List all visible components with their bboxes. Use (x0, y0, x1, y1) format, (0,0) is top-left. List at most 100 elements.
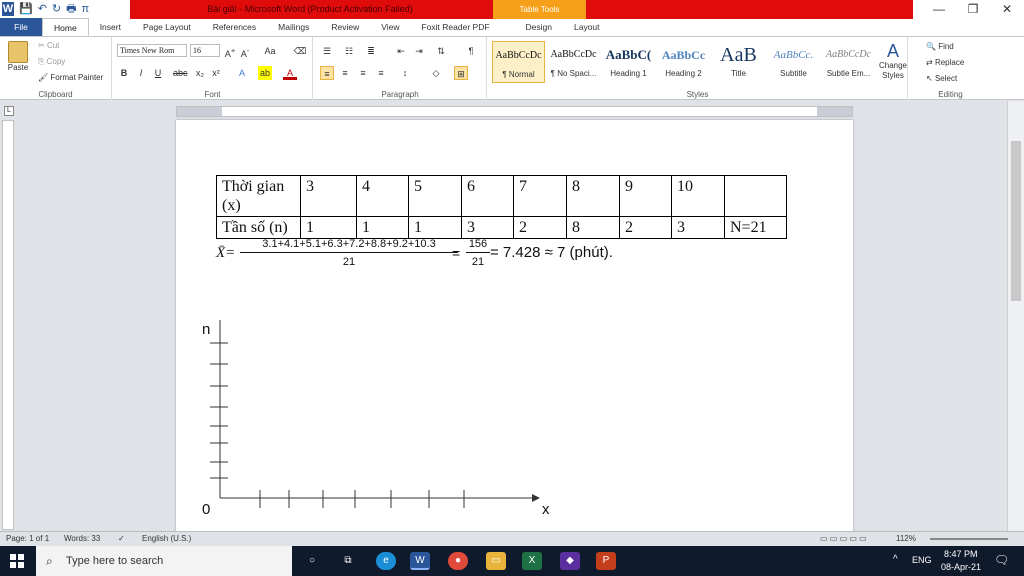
superscript-icon[interactable]: x² (209, 66, 223, 80)
clear-formatting-icon[interactable]: ⌫ (293, 44, 307, 58)
tab-file[interactable]: File (0, 18, 42, 36)
style-subtitle[interactable]: AaBbCc. Subtitle (767, 41, 820, 83)
word-count[interactable]: Words: 33 (64, 534, 100, 543)
increase-indent-icon[interactable]: ⇥ (412, 44, 426, 58)
print-icon[interactable]: 🖶 (66, 2, 76, 16)
shrink-font-icon[interactable]: A- (238, 44, 252, 59)
change-styles-button[interactable]: A Change Styles (878, 41, 908, 81)
font-name-box[interactable]: Times New Rom (117, 44, 187, 57)
decrease-indent-icon[interactable]: ⇤ (394, 44, 408, 58)
cut-button[interactable]: ✂ Cut (38, 41, 59, 50)
align-right-icon[interactable]: ≡ (356, 66, 370, 80)
table-cell[interactable]: 6 (461, 175, 514, 217)
style-normal[interactable]: AaBbCcDc ¶ Normal (492, 41, 545, 83)
restore-button[interactable]: ❐ (956, 0, 990, 19)
edge-icon[interactable]: e (376, 552, 396, 570)
input-language[interactable]: ENG (912, 555, 932, 565)
clock-date[interactable]: 08-Apr-21 (941, 562, 981, 572)
table-cell[interactable]: 1 (356, 216, 409, 239)
table-cell[interactable]: 8 (566, 175, 620, 217)
scroll-thumb[interactable] (1011, 141, 1021, 301)
style-title[interactable]: AaB Title (712, 41, 765, 83)
table-cell[interactable]: Tần số (n) (216, 216, 301, 239)
select-button[interactable]: ↖ Select (926, 74, 957, 83)
table-cell[interactable]: 3 (461, 216, 514, 239)
horizontal-ruler[interactable] (176, 106, 853, 117)
zoom-level[interactable]: 112% (896, 534, 916, 543)
powerpoint-icon[interactable]: P (596, 552, 616, 570)
text-effects-icon[interactable]: A (235, 66, 249, 80)
tab-view[interactable]: View (370, 18, 410, 36)
file-explorer-icon[interactable]: ▭ (486, 552, 506, 570)
table-cell[interactable]: 4 (356, 175, 409, 217)
tab-foxit[interactable]: Foxit Reader PDF (411, 18, 501, 36)
cortana-icon[interactable]: ○ (302, 552, 322, 570)
align-center-icon[interactable]: ≡ (338, 66, 352, 80)
notification-icon[interactable]: 🗨 (994, 553, 1009, 567)
table-cell[interactable]: N=21 (724, 216, 787, 239)
table-cell[interactable]: 3 (300, 175, 357, 217)
word-icon[interactable]: W (2, 2, 14, 16)
pi-symbol-button[interactable]: π (82, 2, 90, 16)
borders-icon[interactable]: ⊞ (454, 66, 468, 80)
tab-design[interactable]: Design (515, 18, 563, 36)
tab-home[interactable]: Home (42, 18, 89, 36)
zoom-slider[interactable] (930, 538, 1008, 540)
justify-icon[interactable]: ≡ (374, 66, 388, 80)
subscript-icon[interactable]: x₂ (193, 66, 207, 80)
grow-font-icon[interactable]: A+ (223, 44, 237, 59)
table-cell[interactable]: 10 (671, 175, 725, 217)
table-cell[interactable]: 8 (566, 216, 620, 239)
font-color-icon[interactable]: A (283, 66, 297, 80)
format-painter-button[interactable]: 🖌 Format Painter (38, 73, 103, 82)
underline-icon[interactable]: U (151, 66, 165, 80)
vertical-scrollbar[interactable] (1007, 101, 1024, 531)
tab-insert[interactable]: Insert (89, 18, 132, 36)
copy-button[interactable]: ⎘ Copy (38, 57, 65, 67)
paste-button[interactable]: Paste (6, 41, 30, 72)
table-cell[interactable]: 1 (408, 216, 462, 239)
proofing-icon[interactable]: ✓ (118, 534, 125, 543)
app-icon[interactable]: ◆ (560, 552, 580, 570)
sort-icon[interactable]: ⇅ (434, 44, 448, 58)
font-size-box[interactable]: 16 (190, 44, 220, 57)
tab-references[interactable]: References (202, 18, 267, 36)
view-buttons[interactable]: ▭ ▭ ▭ ▭ ▭ (820, 534, 867, 543)
tab-mailings[interactable]: Mailings (267, 18, 320, 36)
italic-icon[interactable]: I (134, 66, 148, 80)
style-no-spacing[interactable]: AaBbCcDc ¶ No Spaci... (547, 41, 600, 83)
replace-button[interactable]: ⇄ Replace (926, 58, 964, 67)
bullets-icon[interactable]: ☰ (320, 44, 334, 58)
table-cell[interactable]: 2 (513, 216, 567, 239)
highlight-icon[interactable]: ab (258, 66, 272, 80)
tab-selector-icon[interactable]: L (4, 106, 14, 116)
word-taskbar-icon[interactable]: W (410, 552, 430, 570)
table-cell[interactable] (724, 175, 787, 217)
frequency-graph[interactable]: n x 0 (196, 318, 556, 518)
style-heading-1[interactable]: AaBbC(Heading 1 (602, 41, 655, 83)
line-spacing-icon[interactable]: ↕ (398, 66, 412, 80)
style-heading-2[interactable]: AaBbCc Heading 2 (657, 41, 710, 83)
undo-icon[interactable]: ↶ (38, 2, 47, 16)
language-indicator[interactable]: English (U.S.) (142, 534, 191, 543)
bold-icon[interactable]: B (117, 66, 131, 80)
start-button[interactable] (10, 554, 24, 568)
minimize-button[interactable]: — (922, 0, 956, 19)
multilevel-list-icon[interactable]: ≣ (364, 44, 378, 58)
page-count[interactable]: Page: 1 of 1 (6, 534, 49, 543)
tab-page-layout[interactable]: Page Layout (132, 18, 202, 36)
table-cell[interactable]: Thời gian (x) (216, 175, 301, 217)
table-cell[interactable]: 9 (619, 175, 672, 217)
table-cell[interactable]: 3 (671, 216, 725, 239)
close-button[interactable]: ✕ (990, 0, 1024, 19)
document-page[interactable]: Thời gian (x) 3 4 5 6 7 8 9 10 Tần số (n… (176, 120, 853, 540)
show-hidden-icons[interactable]: ^ (893, 554, 898, 565)
show-marks-icon[interactable]: ¶ (464, 44, 478, 58)
frequency-table[interactable]: Thời gian (x) 3 4 5 6 7 8 9 10 Tần số (n… (216, 175, 787, 239)
style-subtle-emphasis[interactable]: AaBbCcDc Subtle Em... (822, 41, 875, 83)
align-left-icon[interactable]: ≡ (320, 66, 334, 80)
excel-icon[interactable]: X (522, 552, 542, 570)
redo-icon[interactable]: ↻ (52, 2, 61, 16)
clock-time[interactable]: 8:47 PM (944, 549, 978, 559)
chrome-icon[interactable]: ● (448, 552, 468, 570)
